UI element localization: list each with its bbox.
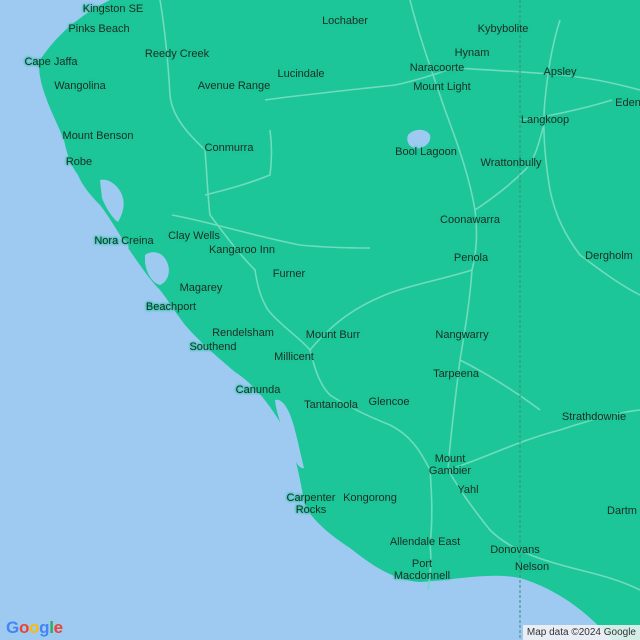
logo-letter: o: [29, 618, 40, 637]
place-label-magarey[interactable]: Magarey: [180, 282, 223, 294]
place-label-canunda[interactable]: Canunda: [236, 384, 281, 396]
place-label-wrattonbully[interactable]: Wrattonbully: [481, 157, 542, 169]
place-label-kybybolite[interactable]: Kybybolite: [478, 23, 529, 35]
logo-letter: g: [39, 618, 50, 637]
place-label-tarpeena[interactable]: Tarpeena: [433, 368, 479, 380]
place-label-mount-benson[interactable]: Mount Benson: [63, 130, 134, 142]
place-label-yahl[interactable]: Yahl: [457, 484, 478, 496]
place-label-furner[interactable]: Furner: [273, 268, 305, 280]
place-label-wangolina[interactable]: Wangolina: [54, 80, 106, 92]
place-label-donovans[interactable]: Donovans: [490, 544, 540, 556]
place-label-glencoe[interactable]: Glencoe: [369, 396, 410, 408]
place-label-bool-lagoon[interactable]: Bool Lagoon: [395, 146, 457, 158]
place-label-kingston-se[interactable]: Kingston SE: [83, 3, 144, 15]
place-label-mount-light[interactable]: Mount Light: [413, 81, 470, 93]
place-label-lucindale[interactable]: Lucindale: [277, 68, 324, 80]
land-mass: [39, 0, 640, 640]
place-label-langkoop[interactable]: Langkoop: [521, 114, 569, 126]
google-logo[interactable]: Google: [6, 618, 63, 638]
logo-letter: e: [53, 618, 63, 637]
place-label-nelson[interactable]: Nelson: [515, 561, 549, 573]
place-label-conmurra[interactable]: Conmurra: [205, 142, 254, 154]
logo-letter: o: [18, 618, 30, 637]
place-label-strathdownie[interactable]: Strathdownie: [562, 411, 626, 423]
place-label-naracoorte[interactable]: Naracoorte: [410, 62, 464, 74]
place-label-penola[interactable]: Penola: [454, 252, 488, 264]
place-label-allendale-east[interactable]: Allendale East: [390, 536, 460, 548]
place-label-southend[interactable]: Southend: [189, 341, 236, 353]
place-label-nangwarry[interactable]: Nangwarry: [435, 329, 488, 341]
map-canvas[interactable]: Kingston SE Pinks Beach Lochaber Kybybol…: [0, 0, 640, 640]
place-label-nora-creina[interactable]: Nora Creina: [94, 235, 153, 247]
place-label-mount-burr[interactable]: Mount Burr: [306, 329, 360, 341]
place-label-robe[interactable]: Robe: [66, 156, 92, 168]
place-label-rendelsham[interactable]: Rendelsham: [212, 327, 274, 339]
place-label-millicent[interactable]: Millicent: [274, 351, 314, 363]
place-label-hynam[interactable]: Hynam: [455, 47, 490, 59]
place-label-coonawarra[interactable]: Coonawarra: [440, 214, 500, 226]
place-label-dergholm[interactable]: Dergholm: [585, 250, 633, 262]
place-label-apsley[interactable]: Apsley: [543, 66, 576, 78]
place-label-carpenter-rocks[interactable]: Carpenter Rocks: [287, 492, 336, 516]
place-label-edenhope[interactable]: Eden: [615, 97, 640, 109]
place-label-pinks-beach[interactable]: Pinks Beach: [68, 23, 129, 35]
place-label-clay-wells[interactable]: Clay Wells: [168, 230, 220, 242]
place-label-lochaber[interactable]: Lochaber: [322, 15, 368, 27]
place-label-kongorong[interactable]: Kongorong: [343, 492, 397, 504]
place-label-mount-gambier[interactable]: Mount Gambier: [429, 453, 471, 477]
place-label-dartmoor[interactable]: Dartm: [607, 505, 637, 517]
map-geometry: [39, 0, 640, 640]
place-label-tantanoola[interactable]: Tantanoola: [304, 399, 358, 411]
place-label-port-macdonnell[interactable]: Port Macdonnell: [394, 558, 450, 582]
logo-letter: G: [6, 618, 19, 637]
place-label-reedy-creek[interactable]: Reedy Creek: [145, 48, 209, 60]
map-attribution[interactable]: Map data ©2024 Google: [522, 625, 640, 640]
place-label-avenue-range[interactable]: Avenue Range: [198, 80, 271, 92]
place-label-beachport[interactable]: Beachport: [146, 301, 196, 313]
place-label-cape-jaffa[interactable]: Cape Jaffa: [24, 56, 77, 68]
place-label-kangaroo-inn[interactable]: Kangaroo Inn: [209, 244, 275, 256]
